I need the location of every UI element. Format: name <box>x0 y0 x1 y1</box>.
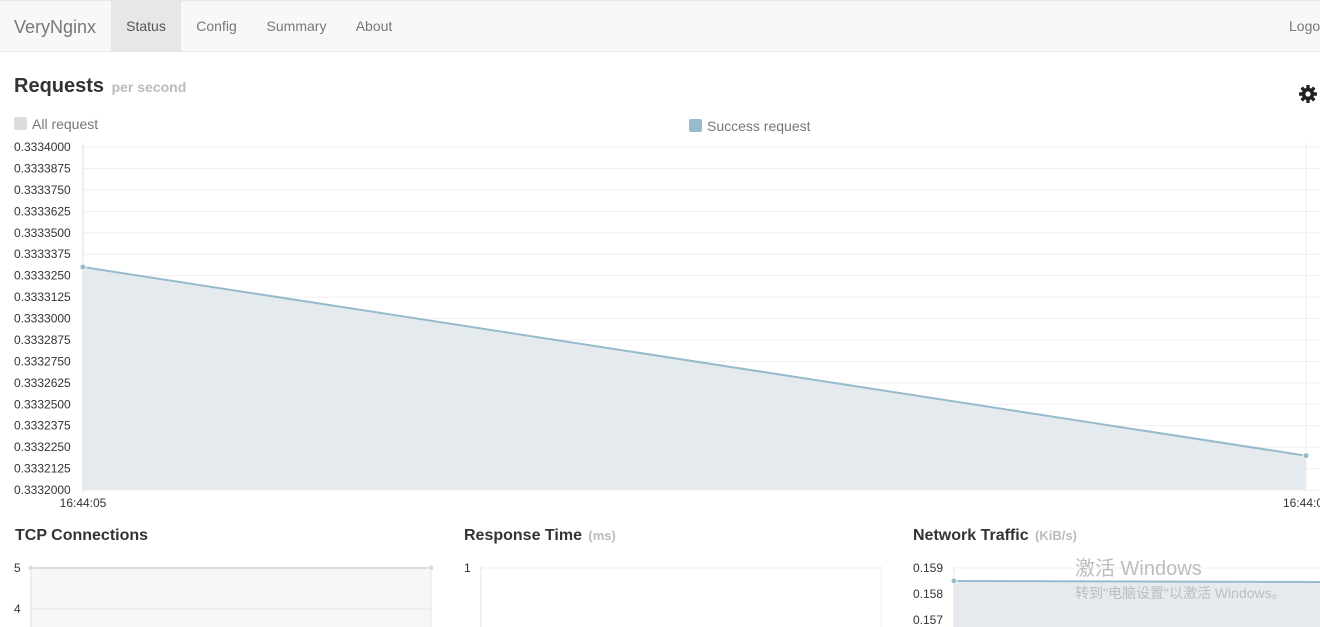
requests-title: Requests per second <box>14 75 186 98</box>
tab-summary[interactable]: Summary <box>252 1 341 52</box>
y-tick-label: 0.3332125 <box>14 462 71 476</box>
tcp-title-text: TCP Connections <box>15 527 149 544</box>
y-tick-label: 0.3332625 <box>14 376 71 390</box>
y-tick-label: 0.3333250 <box>14 269 71 283</box>
response-time-chart: 1 <box>464 561 882 627</box>
requests-unit: per second <box>111 79 187 95</box>
series-area-network <box>954 581 1320 627</box>
series-area-success <box>83 267 1306 490</box>
response-time-title: Response Time (ms) <box>464 527 616 545</box>
y-tick-label: 0.3332000 <box>14 483 71 497</box>
y-tick-label: 0.159 <box>913 561 943 575</box>
legend-all-request[interactable]: All request <box>14 116 98 132</box>
data-point <box>427 564 435 572</box>
network-title-text: Network Traffic <box>913 527 1029 544</box>
legend-swatch-success <box>689 119 702 132</box>
y-tick-label: 0.3332875 <box>14 333 71 347</box>
y-tick-label: 0.3333375 <box>14 247 71 261</box>
y-tick-label: 0.3334000 <box>14 140 71 154</box>
tab-config[interactable]: Config <box>181 1 252 52</box>
network-unit: (KiB/s) <box>1035 528 1077 543</box>
y-tick-label: 0.3332750 <box>14 354 71 368</box>
tcp-connections-title: TCP Connections <box>15 527 148 545</box>
requests-chart: 0.3334000 0.3333875 0.3333750 0.3333625 0.33… <box>14 140 1320 510</box>
navbar: VeryNginx Status Config Summary About Lo… <box>0 0 1320 52</box>
y-tick-label: 0.158 <box>913 587 943 601</box>
y-tick-label: 0.3333750 <box>14 183 71 197</box>
y-tick-label: 0.3333500 <box>14 226 71 240</box>
data-point <box>950 577 958 585</box>
y-tick-label: 0.3332500 <box>14 397 71 411</box>
y-tick-label: 0.3332375 <box>14 419 71 433</box>
response-title-text: Response Time <box>464 527 582 544</box>
tab-about[interactable]: About <box>341 1 407 52</box>
plot-area <box>31 568 431 627</box>
series-line-network <box>953 580 1320 583</box>
response-unit: (ms) <box>588 528 616 543</box>
data-point <box>27 564 35 572</box>
legend-all-label: All request <box>32 116 99 132</box>
tcp-connections-chart: 54 <box>14 561 435 627</box>
logout-link[interactable]: Logout <box>1289 1 1320 52</box>
x-tick-label: 16:44:0 <box>1283 496 1320 510</box>
brand-logo[interactable]: VeryNginx <box>14 1 96 53</box>
y-tick-label: 1 <box>464 561 471 575</box>
y-tick-label: 4 <box>14 602 21 616</box>
y-tick-label: 0.157 <box>913 613 943 627</box>
tab-status[interactable]: Status <box>111 1 181 52</box>
network-traffic-title: Network Traffic (KiB/s) <box>913 527 1077 545</box>
y-tick-label: 0.3333875 <box>14 161 71 175</box>
y-tick-label: 0.3333125 <box>14 290 71 304</box>
y-tick-label: 0.3333625 <box>14 204 71 218</box>
requests-title-text: Requests <box>14 75 105 97</box>
legend-success-request[interactable]: Success request <box>689 118 811 134</box>
y-tick-label: 0.3332250 <box>14 440 71 454</box>
y-tick-label: 5 <box>14 561 21 575</box>
y-tick-label: 0.3333000 <box>14 312 71 326</box>
data-point <box>1302 452 1310 460</box>
x-tick-label: 16:44:05 <box>60 496 107 510</box>
legend-swatch-all <box>14 117 27 130</box>
network-traffic-chart: 0.159 0.158 0.157 <box>913 561 1320 627</box>
data-point <box>79 263 87 271</box>
gear-icon[interactable] <box>1298 84 1318 104</box>
legend-success-label: Success request <box>707 118 811 134</box>
